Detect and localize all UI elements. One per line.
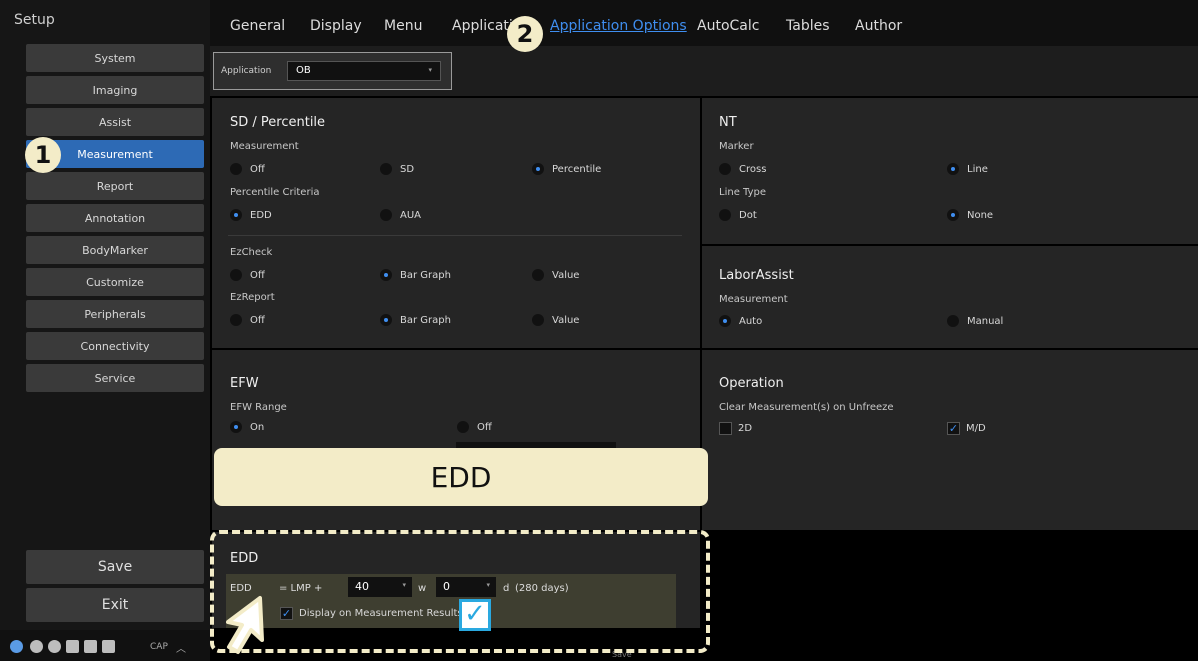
sidebar-item-annotation[interactable]: Annotation <box>26 204 204 232</box>
sd-measurement-label: Measurement <box>230 141 299 152</box>
radio-criteria-edd[interactable]: EDD <box>230 209 272 221</box>
efw-title: EFW <box>230 376 259 391</box>
laborassist-title: LaborAssist <box>719 268 794 283</box>
ezreport-label: EzReport <box>230 292 275 303</box>
callout-number-one: 1 <box>25 137 61 173</box>
radio-linetype-dot[interactable]: Dot <box>719 209 757 221</box>
tab-author[interactable]: Author <box>855 18 902 34</box>
radio-ezreport-bargraph[interactable]: Bar Graph <box>380 314 451 326</box>
sidebar-item-assist[interactable]: Assist <box>26 108 204 136</box>
laborassist-measurement-label: Measurement <box>719 294 788 305</box>
radio-marker-cross[interactable]: Cross <box>719 163 766 175</box>
radio-marker-line[interactable]: Line <box>947 163 988 175</box>
checkmark-callout-icon: ✓ <box>459 599 491 631</box>
radio-measurement-off[interactable]: Off <box>230 163 265 175</box>
sidebar-item-system[interactable]: System <box>26 44 204 72</box>
ezcheck-label: EzCheck <box>230 247 273 258</box>
sidebar-item-service[interactable]: Service <box>26 364 204 392</box>
radio-measurement-sd[interactable]: SD <box>380 163 414 175</box>
caps-lock-indicator: CAP <box>150 642 168 652</box>
tab-display[interactable]: Display <box>310 18 362 34</box>
callout-number-two: 2 <box>507 16 543 52</box>
network-icon[interactable] <box>30 640 43 653</box>
edd-callout-banner: EDD <box>214 448 708 506</box>
radio-criteria-aua[interactable]: AUA <box>380 209 421 221</box>
tab-application[interactable]: Applicati <box>452 18 513 34</box>
radio-ezreport-value[interactable]: Value <box>532 314 579 326</box>
radio-ezcheck-value[interactable]: Value <box>532 269 579 281</box>
cursor-arrow-icon <box>226 596 264 654</box>
dropdown-arrow-icon: ▾ <box>428 66 432 74</box>
radio-ezcheck-bargraph[interactable]: Bar Graph <box>380 269 451 281</box>
divider <box>228 235 682 236</box>
usb-icon[interactable] <box>66 640 79 653</box>
radio-efw-on[interactable]: On <box>230 421 264 433</box>
sidebar-item-bodymarker[interactable]: BodyMarker <box>26 236 204 264</box>
user-icon[interactable] <box>10 640 23 653</box>
nt-title: NT <box>719 115 737 130</box>
clear-measurement-label: Clear Measurement(s) on Unfreeze <box>719 402 894 413</box>
setup-title: Setup <box>14 12 55 28</box>
sd-percentile-title: SD / Percentile <box>230 115 326 130</box>
efw-range-label: EFW Range <box>230 402 287 413</box>
radio-linetype-none[interactable]: None <box>947 209 993 221</box>
printer-icon[interactable] <box>102 640 115 653</box>
clock-icon[interactable] <box>48 640 61 653</box>
sidebar-item-imaging[interactable]: Imaging <box>26 76 204 104</box>
percentile-criteria-label: Percentile Criteria <box>230 187 320 198</box>
radio-measurement-percentile[interactable]: Percentile <box>532 163 601 175</box>
edd-highlight-dashed-frame <box>210 530 710 653</box>
sidebar-item-connectivity[interactable]: Connectivity <box>26 332 204 360</box>
sidebar-item-report[interactable]: Report <box>26 172 204 200</box>
nt-marker-label: Marker <box>719 141 754 152</box>
save-button[interactable]: Save <box>26 550 204 584</box>
sd-percentile-panel <box>212 98 700 348</box>
tab-tables[interactable]: Tables <box>786 18 830 34</box>
application-select[interactable]: OB ▾ <box>287 61 441 81</box>
radio-efw-off[interactable]: Off <box>457 421 492 433</box>
checkbox-2d[interactable]: 2D <box>719 422 752 435</box>
exit-button[interactable]: Exit <box>26 588 204 622</box>
radio-ezcheck-off[interactable]: Off <box>230 269 265 281</box>
sidebar-item-customize[interactable]: Customize <box>26 268 204 296</box>
chevron-up-icon[interactable]: ︿ <box>176 640 186 655</box>
tab-application-options[interactable]: Application Options <box>550 18 687 34</box>
application-label: Application <box>221 66 272 76</box>
radio-ezreport-off[interactable]: Off <box>230 314 265 326</box>
radio-labor-manual[interactable]: Manual <box>947 315 1003 327</box>
tab-autocalc[interactable]: AutoCalc <box>697 18 759 34</box>
operation-title: Operation <box>719 376 784 391</box>
radio-labor-auto[interactable]: Auto <box>719 315 762 327</box>
tab-menu[interactable]: Menu <box>384 18 422 34</box>
dvr-icon[interactable] <box>84 640 97 653</box>
tab-general[interactable]: General <box>230 18 285 34</box>
checkbox-md[interactable]: ✓ M/D <box>947 422 986 435</box>
application-value: OB <box>296 65 311 76</box>
sidebar-item-peripherals[interactable]: Peripherals <box>26 300 204 328</box>
nt-linetype-label: Line Type <box>719 187 766 198</box>
